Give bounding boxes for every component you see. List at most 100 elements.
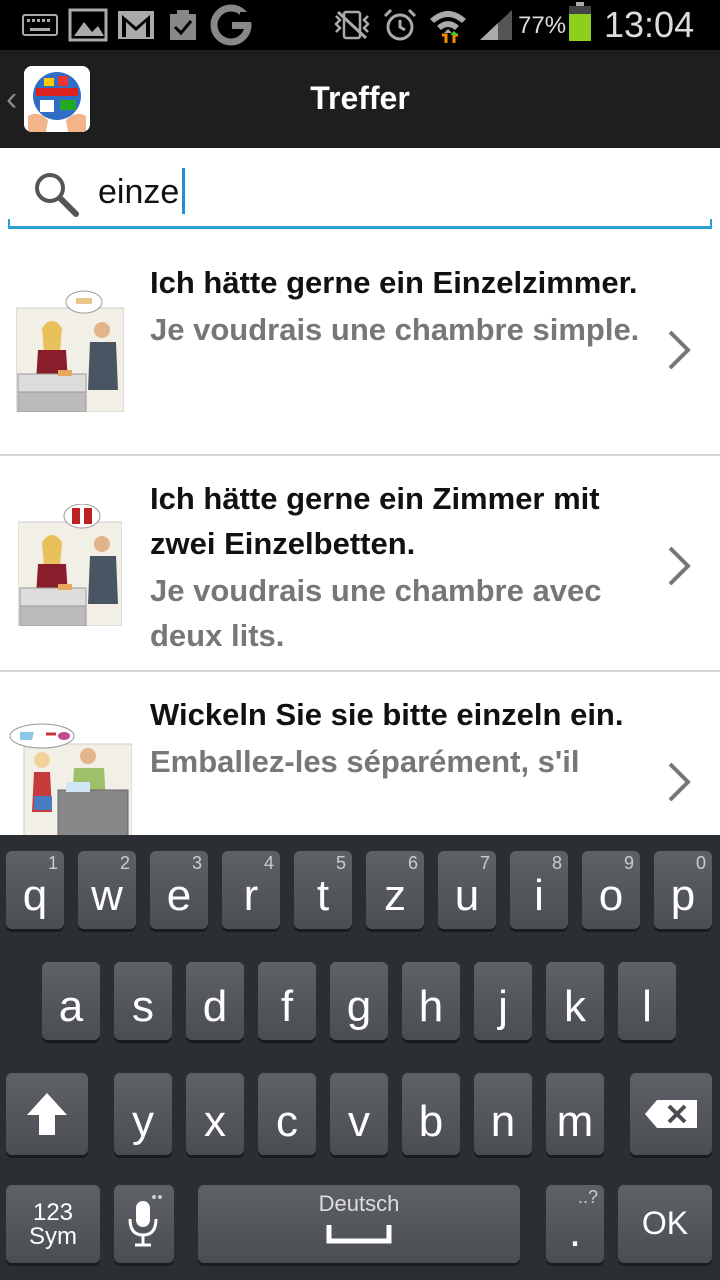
signal-icon — [478, 8, 514, 42]
french-translation: Emballez-les séparément, s'il — [150, 744, 580, 779]
key-label: t — [316, 871, 330, 920]
key-x[interactable]: x — [186, 1073, 244, 1155]
chevron-right-icon — [666, 760, 692, 809]
clock: 13:04 — [604, 4, 695, 45]
search-underline — [8, 219, 712, 229]
key-n[interactable]: n — [474, 1073, 532, 1155]
google-icon — [210, 4, 252, 46]
key-l[interactable]: l — [618, 962, 676, 1040]
key-label: p — [670, 871, 696, 920]
key-z[interactable]: 6z — [366, 851, 424, 929]
key-label: z — [384, 871, 406, 920]
key-e[interactable]: 3e — [150, 851, 208, 929]
key-y[interactable]: y — [114, 1073, 172, 1155]
key-label: g — [346, 982, 372, 1031]
key-label: a — [58, 982, 84, 1031]
ok-key-label: OK — [641, 1205, 689, 1241]
key-i[interactable]: 8i — [510, 851, 568, 929]
german-phrase: Ich hätte gerne ein Zimmer mit zwei Einz… — [150, 481, 600, 561]
status-bar: 77% 13:04 — [0, 0, 720, 50]
search-bar — [0, 148, 720, 238]
screen-title: Treffer — [310, 80, 410, 116]
key-label: k — [564, 982, 586, 1031]
key-f[interactable]: f — [258, 962, 316, 1040]
key-h[interactable]: h — [402, 962, 460, 1040]
key-k[interactable]: k — [546, 962, 604, 1040]
action-bar: ‹ Treffer — [0, 50, 720, 148]
key-label: v — [348, 1097, 370, 1146]
shift-key[interactable] — [6, 1073, 88, 1155]
illustration-hotel-reception-icon — [17, 503, 126, 627]
key-s[interactable]: s — [114, 962, 172, 1040]
key-label: b — [418, 1097, 444, 1146]
key-u[interactable]: 7u — [438, 851, 496, 929]
period-key[interactable]: ..? . — [546, 1185, 604, 1263]
gmail-icon — [116, 8, 156, 42]
key-label: l — [642, 982, 652, 1031]
list-item[interactable]: Ich hätte gerne ein Einzelzimmer. Je vou… — [0, 240, 720, 456]
key-label: i — [534, 871, 544, 920]
key-label: r — [243, 871, 259, 920]
image-icon — [68, 8, 108, 42]
key-label: j — [498, 982, 508, 1031]
microphone-icon — [128, 1195, 162, 1247]
key-m[interactable]: m — [546, 1073, 604, 1155]
key-label: d — [202, 982, 228, 1031]
illustration-shop-counter-icon — [8, 722, 133, 835]
voice-input-key[interactable] — [114, 1185, 174, 1263]
battery-icon — [568, 2, 592, 41]
symbols-key[interactable]: 123 Sym — [6, 1185, 100, 1263]
key-label: h — [418, 982, 444, 1031]
results-list: Ich hätte gerne ein Einzelzimmer. Je vou… — [0, 240, 720, 835]
keyboard-icon — [22, 8, 58, 42]
key-label: f — [280, 982, 294, 1031]
french-translation: Je voudrais une chambre avec deux lits. — [150, 573, 602, 653]
symbols-key-line2: Sym — [29, 1223, 77, 1250]
key-label: e — [166, 871, 192, 920]
vibrate-icon — [332, 8, 372, 42]
key-label: q — [22, 871, 48, 920]
chevron-right-icon — [666, 328, 692, 377]
backspace-icon — [645, 1100, 697, 1128]
key-r[interactable]: 4r — [222, 851, 280, 929]
battery-percent: 77% — [518, 12, 567, 39]
key-c[interactable]: c — [258, 1073, 316, 1155]
list-item[interactable]: Wickeln Sie sie bitte einzeln ein. Embal… — [0, 672, 720, 835]
wifi-icon — [428, 8, 468, 43]
key-label: w — [91, 871, 123, 920]
key-label: o — [598, 871, 624, 920]
list-item[interactable]: Ich hätte gerne ein Zimmer mit zwei Einz… — [0, 456, 720, 672]
key-t[interactable]: 5t — [294, 851, 352, 929]
search-icon — [32, 170, 80, 223]
clipboard-check-icon — [168, 8, 198, 42]
key-label: u — [454, 871, 480, 920]
search-input[interactable] — [98, 170, 678, 214]
space-bar-icon — [326, 1225, 392, 1244]
key-label: m — [556, 1097, 594, 1146]
key-j[interactable]: j — [474, 962, 532, 1040]
backspace-key[interactable] — [630, 1073, 712, 1155]
space-key-language: Deutsch — [318, 1191, 400, 1216]
key-b[interactable]: b — [402, 1073, 460, 1155]
text-cursor — [182, 168, 185, 214]
shift-arrow-icon — [27, 1093, 67, 1135]
key-v[interactable]: v — [330, 1073, 388, 1155]
key-label: x — [204, 1097, 226, 1146]
chevron-right-icon — [666, 544, 692, 593]
symbols-key-line1: 123 — [32, 1199, 74, 1226]
key-g[interactable]: g — [330, 962, 388, 1040]
ok-key[interactable]: OK — [618, 1185, 712, 1263]
key-o[interactable]: 9o — [582, 851, 640, 929]
key-label: c — [276, 1097, 298, 1146]
german-phrase: Wickeln Sie sie bitte einzeln ein. — [150, 697, 624, 732]
soft-keyboard: 1q2w3e4r5t6z7u8i9o0p asd f gh j k l y x c vbnm 1… — [0, 835, 720, 1280]
space-key[interactable]: Deutsch — [198, 1185, 520, 1263]
period-key-label: . — [568, 1207, 582, 1256]
key-p[interactable]: 0p — [654, 851, 712, 929]
key-w[interactable]: 2w — [78, 851, 136, 929]
key-a[interactable]: a — [42, 962, 100, 1040]
key-d[interactable]: d — [186, 962, 244, 1040]
key-q[interactable]: 1q — [6, 851, 64, 929]
alarm-icon — [382, 8, 418, 42]
period-key-hint: ..? — [577, 1187, 598, 1207]
